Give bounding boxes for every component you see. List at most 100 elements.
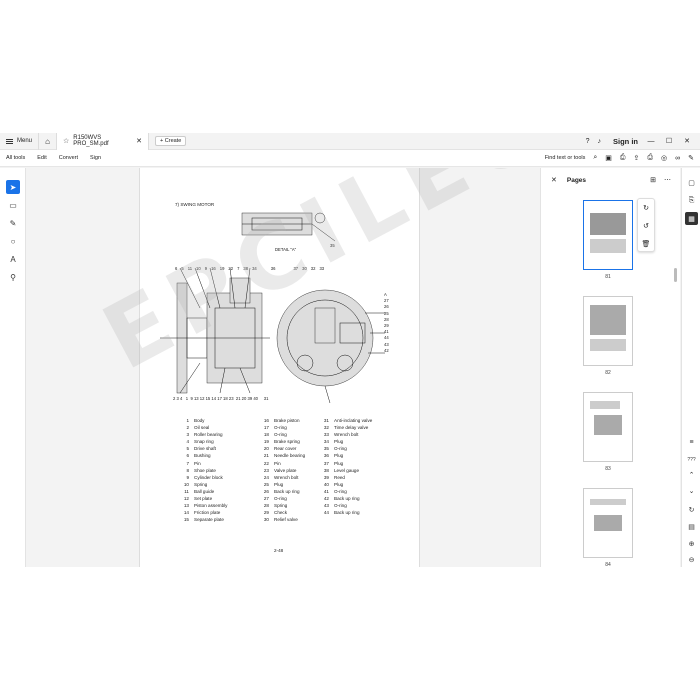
window-close-icon[interactable]: ✕: [682, 137, 692, 145]
part-name: Reed: [334, 474, 345, 480]
callout: 33: [319, 266, 325, 271]
thumbnail-label: 82: [605, 370, 611, 376]
menu-button[interactable]: Menu: [0, 133, 40, 150]
rotate-icon[interactable]: ↻: [638, 199, 654, 217]
link-icon[interactable]: ∞: [675, 155, 680, 162]
part-number: 30: [263, 517, 269, 523]
search-icon[interactable]: ⌕: [593, 154, 597, 162]
thumbnail-tools: ↻ ↺ 🗑: [637, 198, 655, 252]
pages-panel-icon[interactable]: ▦: [685, 212, 698, 225]
pages-panel: ✕ Pages ⊞ ⋯ 81 82 83 84 ↻ ↺ 🗑: [540, 168, 680, 567]
undo-icon[interactable]: ↺: [638, 217, 654, 235]
edit-pen-icon[interactable]: ✎: [688, 154, 694, 162]
trash-icon[interactable]: 🗑: [638, 235, 654, 253]
part-name: Separate plate: [194, 517, 224, 523]
pen-icon[interactable]: ✎: [6, 216, 20, 230]
title-bar: Menu ⌂ ☆ R150WVS PRO_SM.pdf ✕ + Create ?…: [0, 133, 700, 150]
comment-panel-icon[interactable]: ▢: [685, 176, 698, 189]
chevron-down-icon[interactable]: ⌄: [685, 484, 698, 497]
callout: 38: [243, 266, 249, 271]
scrollbar[interactable]: [674, 268, 677, 282]
share-icon[interactable]: ⇪: [634, 154, 640, 162]
part-name: Valve plate: [274, 467, 297, 473]
part-name: O-ring: [334, 446, 347, 452]
part-name: Plug: [334, 453, 344, 459]
part-row: 44 Back up ring: [320, 509, 395, 516]
part-name: Oil seal: [194, 425, 210, 431]
part-row: 42 Back up ring: [320, 495, 395, 502]
part-name: Bushing: [194, 453, 211, 459]
part-number: 32: [323, 425, 329, 431]
cursor-icon[interactable]: ➤: [6, 180, 20, 194]
page-thumbnail[interactable]: [583, 392, 633, 462]
stamp-icon[interactable]: ⚲: [6, 270, 20, 284]
part-number: 24: [263, 474, 269, 480]
part-name: Piston assembly: [194, 503, 228, 509]
menu-edit[interactable]: Edit: [31, 155, 52, 161]
part-name: Brake piston: [274, 418, 300, 423]
minimize-icon[interactable]: —: [646, 138, 656, 145]
parts-column: 31 Anti-inclating valve 32 Time delay valve…: [320, 417, 395, 516]
part-row: 1 Body: [180, 417, 255, 424]
part-number: 20: [263, 446, 269, 452]
document-tab[interactable]: ☆ R150WVS PRO_SM.pdf ✕: [57, 133, 150, 150]
list-icon[interactable]: ≡: [685, 436, 698, 449]
comment-icon[interactable]: ▭: [6, 198, 20, 212]
save-icon[interactable]: ▣: [605, 154, 612, 162]
right-rail: ▢ ⎘ ▦ ≡ ??? ⌃ ⌄ ↻ ▤ ⊕ ⊖: [681, 168, 700, 567]
part-name: O-ring: [274, 432, 287, 438]
left-toolbar: ➤ ▭ ✎ ○ A ⚲: [0, 168, 26, 567]
help-icon[interactable]: ?: [586, 138, 590, 145]
part-name: Roller bearing: [194, 432, 223, 438]
chevron-up-icon[interactable]: ⌃: [685, 468, 698, 481]
part-name: Drive shaft: [194, 446, 216, 452]
part-name: Spring: [274, 503, 288, 509]
refresh-icon[interactable]: ↻: [685, 503, 698, 516]
zoom-out-icon[interactable]: ⊖: [685, 553, 698, 566]
part-name: Relief valve: [274, 517, 298, 523]
menubar-right: Find text or tools ⌕ ▣ ⎙ ⇪ ⎙ ◎ ∞ ✎: [545, 154, 700, 162]
bookmark-panel-icon[interactable]: ⎘: [685, 194, 698, 207]
part-number: 17: [263, 425, 269, 431]
part-number: 8: [186, 467, 189, 473]
ai-assistant-icon[interactable]: ◎: [661, 154, 667, 162]
part-row: 43 O-ring: [320, 502, 395, 509]
sign-in-button[interactable]: Sign in: [613, 137, 638, 146]
part-name: Plug: [334, 481, 344, 487]
menu-convert[interactable]: Convert: [53, 155, 84, 161]
detail-label: DETAIL "A": [275, 247, 297, 252]
part-name: Spring: [194, 481, 208, 487]
page-thumbnail[interactable]: [583, 296, 633, 366]
part-name: Check: [274, 510, 288, 516]
thumbnail-drawing: [590, 499, 626, 531]
part-row: 4 Snap ring: [180, 438, 255, 445]
page-thumbnail[interactable]: [583, 488, 633, 558]
text-select-icon[interactable]: A: [6, 252, 20, 266]
menu-sign[interactable]: Sign: [84, 155, 107, 161]
print-icon[interactable]: ⎙: [620, 154, 626, 162]
close-icon[interactable]: ✕: [136, 137, 142, 145]
print-icon-2[interactable]: ⎙: [647, 154, 653, 162]
maximize-icon[interactable]: ☐: [664, 137, 674, 145]
lasso-icon[interactable]: ○: [6, 234, 20, 248]
insert-page-icon[interactable]: ⊞: [650, 176, 656, 184]
close-icon[interactable]: ✕: [551, 176, 557, 184]
part-name: O-ring: [334, 503, 347, 509]
part-number: 10: [183, 481, 189, 487]
fit-page-icon[interactable]: ▤: [685, 520, 698, 533]
tab-title: R150WVS PRO_SM.pdf: [73, 135, 109, 147]
callout: 16: [211, 266, 216, 271]
zoom-in-icon[interactable]: ⊕: [685, 537, 698, 550]
star-icon[interactable]: ☆: [63, 137, 69, 145]
create-button[interactable]: + Create: [155, 136, 187, 146]
document-area[interactable]: 7) SWING MOTOR 35 DETAIL "A" 6 5 11 10 9…: [27, 168, 539, 567]
more-options-icon[interactable]: ⋯: [664, 176, 671, 184]
find-text-tools[interactable]: Find text or tools: [545, 155, 586, 161]
part-name: Wrench bolt: [334, 432, 359, 438]
top-callouts: 6 5 11 10 9 16 19 22 7 38 34 36 37 30 32…: [175, 266, 385, 271]
home-button[interactable]: ⌂: [39, 133, 58, 150]
page-thumbnail[interactable]: [583, 200, 633, 270]
menu-all-tools[interactable]: All tools: [0, 155, 31, 161]
part-row: 37 Plug: [320, 460, 395, 467]
bell-icon[interactable]: ♪: [598, 138, 602, 145]
